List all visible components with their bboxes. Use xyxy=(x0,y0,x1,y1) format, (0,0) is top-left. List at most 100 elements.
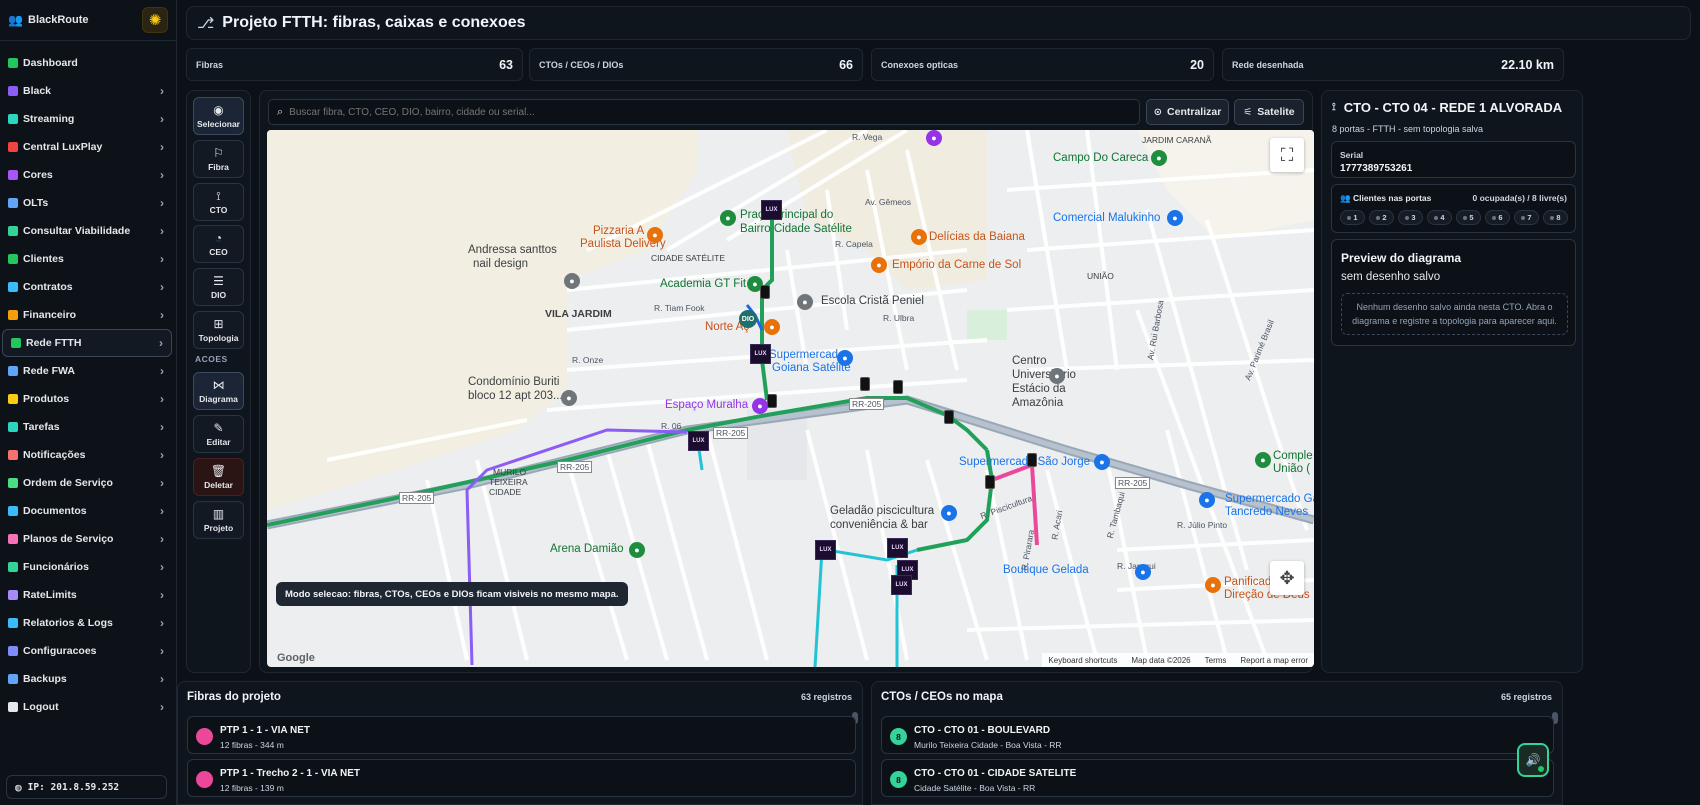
locate-icon[interactable]: ✥ xyxy=(1270,561,1304,595)
sidebar-item-cores[interactable]: Cores › xyxy=(0,161,172,189)
sidebar-item-documentos[interactable]: Documentos › xyxy=(0,497,172,525)
search-input[interactable] xyxy=(289,106,1131,118)
port-chip[interactable]: 4 xyxy=(1427,210,1452,225)
place-pin-icon[interactable]: ● xyxy=(926,130,942,146)
shop-pin-icon[interactable]: ● xyxy=(837,350,853,366)
map-place: Amazônia xyxy=(1012,397,1064,409)
ceo-marker[interactable] xyxy=(767,394,777,408)
tool-editar[interactable]: ✎ Editar xyxy=(193,415,244,453)
sidebar-item-dashboard[interactable]: Dashboard xyxy=(0,49,172,77)
sidebar-item-consultar-viabilidade[interactable]: Consultar Viabilidade › xyxy=(0,217,172,245)
keyboard-shortcuts-link[interactable]: Keyboard shortcuts xyxy=(1048,656,1117,665)
tool-deletar[interactable]: 🗑 Deletar xyxy=(193,458,244,496)
food-pin-icon[interactable]: ● xyxy=(871,257,887,273)
port-chip[interactable]: 1 xyxy=(1340,210,1365,225)
ceo-marker[interactable] xyxy=(1027,453,1037,467)
tool-cto[interactable]: ⟟ CTO xyxy=(193,183,244,221)
ceo-marker[interactable] xyxy=(893,380,903,394)
park-pin-icon[interactable]: ● xyxy=(629,542,645,558)
sidebar-item-label: OLTs xyxy=(23,197,49,209)
tool-topologia[interactable]: ⊞ Topologia xyxy=(193,311,244,349)
ceo-marker[interactable] xyxy=(985,475,995,489)
sun-icon[interactable]: ✺ xyxy=(142,7,168,33)
ceo-marker[interactable] xyxy=(760,285,770,299)
fullscreen-icon[interactable]: ⛶ xyxy=(1270,138,1304,172)
sidebar-item-planos-de-servi-o[interactable]: Planos de Serviço › xyxy=(0,525,172,553)
fiber-row[interactable]: PTP 1 - Trecho 2 - 1 - VIA NET 12 fibras… xyxy=(187,759,856,797)
place-pin-icon[interactable]: ● xyxy=(752,398,768,414)
satelite-button[interactable]: ⚟ Satelite xyxy=(1234,99,1304,125)
search-bar[interactable]: ⌕ xyxy=(268,99,1140,125)
sidebar-item-produtos[interactable]: Produtos › xyxy=(0,385,172,413)
sidebar-item-ratelimits[interactable]: RateLimits › xyxy=(0,581,172,609)
shop-pin-icon[interactable]: ● xyxy=(941,505,957,521)
tool-selecionar[interactable]: ◉ Selecionar xyxy=(193,97,244,135)
sidebar-item-configuracoes[interactable]: Configuracoes › xyxy=(0,637,172,665)
report-error-link[interactable]: Report a map error xyxy=(1240,656,1308,665)
port-chip[interactable]: 3 xyxy=(1398,210,1423,225)
cto-marker[interactable]: LUX xyxy=(761,200,782,220)
sidebar-item-logout[interactable]: Logout › xyxy=(0,693,172,721)
button-label: Satelite xyxy=(1257,106,1295,118)
place-pin-icon[interactable]: ● xyxy=(564,273,580,289)
nav-icon xyxy=(8,254,18,264)
cto-marker[interactable]: LUX xyxy=(688,431,709,451)
cto-marker[interactable]: LUX xyxy=(887,538,908,558)
port-chip[interactable]: 7 xyxy=(1514,210,1539,225)
ceo-marker[interactable] xyxy=(860,377,870,391)
sidebar-item-contratos[interactable]: Contratos › xyxy=(0,273,172,301)
port-chip[interactable]: 8 xyxy=(1543,210,1568,225)
fiber-row[interactable]: PTP 1 - 1 - VIA NET 12 fibras - 344 m xyxy=(187,716,856,754)
school-pin-icon[interactable]: ● xyxy=(1049,368,1065,384)
cto-marker[interactable]: LUX xyxy=(750,344,771,364)
centralizar-button[interactable]: ⊙ Centralizar xyxy=(1146,99,1229,125)
cto-row[interactable]: 8 CTO - CTO 01 - CIDADE SATELITE Cidade … xyxy=(881,759,1554,797)
sidebar-item-clientes[interactable]: Clientes › xyxy=(0,245,172,273)
cto-marker[interactable]: LUX xyxy=(815,540,836,560)
tool-ceo[interactable]: ◔ CEO xyxy=(193,225,244,263)
shop-pin-icon[interactable]: ● xyxy=(1167,210,1183,226)
park-pin-icon[interactable]: ● xyxy=(1151,150,1167,166)
sidebar-item-financeiro[interactable]: Financeiro › xyxy=(0,301,172,329)
park-pin-icon[interactable]: ● xyxy=(1255,452,1271,468)
cto-row[interactable]: 8 CTO - CTO 01 - BOULEVARD Murilo Teixei… xyxy=(881,716,1554,754)
sidebar-item-black[interactable]: Black › xyxy=(0,77,172,105)
map-place: Academia GT Fit xyxy=(660,278,747,290)
sidebar-item-notifica-es[interactable]: Notificações › xyxy=(0,441,172,469)
port-chip[interactable]: 5 xyxy=(1456,210,1481,225)
school-pin-icon[interactable]: ● xyxy=(797,294,813,310)
tool-projeto[interactable]: ▥ Projeto xyxy=(193,501,244,539)
shop-pin-icon[interactable]: ● xyxy=(1199,492,1215,508)
place-pin-icon[interactable]: ● xyxy=(561,390,577,406)
food-pin-icon[interactable]: ● xyxy=(1205,577,1221,593)
tool-diagrama[interactable]: ⋈ Diagrama xyxy=(193,372,244,410)
tool-dio[interactable]: ☰ DIO xyxy=(193,268,244,306)
sidebar-item-central-luxplay[interactable]: Central LuxPlay › xyxy=(0,133,172,161)
sidebar-item-relatorios-logs[interactable]: Relatorios & Logs › xyxy=(0,609,172,637)
sidebar-item-streaming[interactable]: Streaming › xyxy=(0,105,172,133)
speaker-icon[interactable]: 🔊 xyxy=(1517,743,1549,777)
park-pin-icon[interactable]: ● xyxy=(720,210,736,226)
ceo-marker[interactable] xyxy=(944,410,954,424)
fiber-cyan[interactable] xyxy=(813,549,824,667)
port-chip[interactable]: 2 xyxy=(1369,210,1394,225)
food-pin-icon[interactable]: ● xyxy=(911,229,927,245)
sidebar-item-rede-ftth[interactable]: Rede FTTH › xyxy=(2,329,172,357)
tool-fibra[interactable]: ⚐ Fibra xyxy=(193,140,244,178)
fiber-green[interactable] xyxy=(760,210,774,401)
shop-pin-icon[interactable]: ● xyxy=(1094,454,1110,470)
dio-marker[interactable]: DIO xyxy=(739,310,757,328)
sidebar-item-rede-fwa[interactable]: Rede FWA › xyxy=(0,357,172,385)
sidebar-item-funcion-rios[interactable]: Funcionários › xyxy=(0,553,172,581)
sidebar-item-backups[interactable]: Backups › xyxy=(0,665,172,693)
food-pin-icon[interactable]: ● xyxy=(764,319,780,335)
sidebar-item-tarefas[interactable]: Tarefas › xyxy=(0,413,172,441)
shop-pin-icon[interactable]: ● xyxy=(1135,564,1151,580)
map-canvas[interactable]: Campo Do Careca Comercial Malukinho Praç… xyxy=(267,130,1314,667)
sidebar-item-ordem-de-servi-o[interactable]: Ordem de Serviço › xyxy=(0,469,172,497)
sidebar-item-olts[interactable]: OLTs › xyxy=(0,189,172,217)
cto-marker[interactable]: LUX xyxy=(891,575,912,595)
terms-link[interactable]: Terms xyxy=(1205,656,1227,665)
port-chip[interactable]: 6 xyxy=(1485,210,1510,225)
food-pin-icon[interactable]: ● xyxy=(647,227,663,243)
